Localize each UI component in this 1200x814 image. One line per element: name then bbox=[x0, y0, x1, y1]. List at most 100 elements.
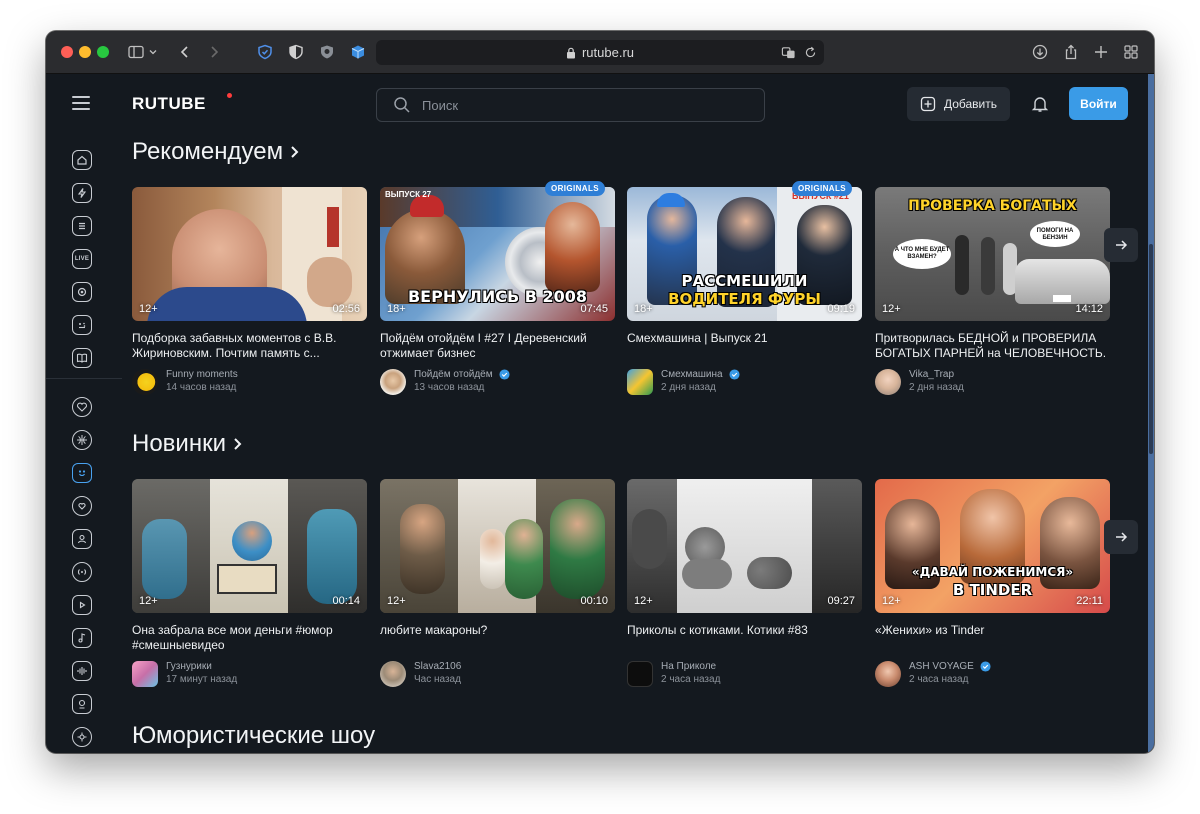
list-icon[interactable] bbox=[72, 216, 92, 236]
channel-name[interactable]: Slava2106 bbox=[414, 659, 461, 673]
video-thumbnail[interactable]: ВЫПУСК #21 РАССМЕШИЛИ ВОДИТЕЛЯ ФУРЫ 18+ … bbox=[627, 187, 862, 321]
translate-icon[interactable] bbox=[780, 44, 796, 60]
home-icon[interactable] bbox=[72, 150, 92, 170]
video-meta: Vika_Trap 2 дня назад bbox=[875, 367, 1110, 395]
video-thumbnail[interactable]: 12+ 00:14 bbox=[132, 479, 367, 613]
video-thumbnail[interactable]: 12+ 02:56 bbox=[132, 187, 367, 321]
channel-name[interactable]: Смехмашина bbox=[661, 367, 740, 381]
video-card[interactable]: ORIGINALS ВЫПУСК #21 РАССМЕШИЛИ ВОДИТЕЛЯ… bbox=[627, 181, 862, 395]
channel-avatar[interactable] bbox=[380, 661, 406, 687]
channel-name[interactable]: Пойдём отойдём bbox=[414, 367, 510, 381]
share-icon[interactable] bbox=[1061, 42, 1081, 62]
heart-icon[interactable] bbox=[72, 397, 92, 417]
channel-avatar[interactable] bbox=[875, 369, 901, 395]
video-card[interactable]: 12+ 00:14 Она забрала все мои деньги #юм… bbox=[132, 479, 367, 687]
forward-icon[interactable] bbox=[204, 42, 224, 62]
sidebar-toggle-icon[interactable] bbox=[126, 42, 146, 62]
section-new-title[interactable]: Новинки bbox=[132, 430, 244, 458]
scrollbar[interactable] bbox=[1148, 74, 1154, 753]
kids-icon[interactable] bbox=[72, 694, 92, 714]
gamepad-icon[interactable] bbox=[72, 315, 92, 335]
channel-avatar[interactable] bbox=[627, 369, 653, 395]
ball-icon[interactable] bbox=[72, 727, 92, 747]
extension-icon[interactable] bbox=[317, 42, 337, 62]
video-title[interactable]: Пойдём отойдём I #27 I Деревенский отжим… bbox=[380, 331, 615, 361]
duration-badge: 09:19 bbox=[827, 303, 855, 315]
tab-overview-icon[interactable] bbox=[1121, 42, 1141, 62]
video-card[interactable]: ПРОВЕРКА БОГАТЫХ А ЧТО МНЕ БУДЕТ ВЗАМЕН?… bbox=[875, 187, 1110, 395]
back-icon[interactable] bbox=[175, 42, 195, 62]
close-window-button[interactable] bbox=[61, 46, 73, 58]
video-card[interactable]: 12+ 09:27 Приколы с котиками. Котики #83… bbox=[627, 479, 862, 687]
zoom-window-button[interactable] bbox=[97, 46, 109, 58]
add-video-button[interactable]: Добавить bbox=[907, 87, 1010, 121]
audio-wave-icon[interactable] bbox=[72, 661, 92, 681]
video-title[interactable]: Приколы с котиками. Котики #83 bbox=[627, 623, 862, 653]
channel-name[interactable]: Гузнурики bbox=[166, 659, 237, 673]
broadcast-icon[interactable] bbox=[72, 562, 92, 582]
menu-icon[interactable] bbox=[72, 96, 90, 110]
video-title[interactable]: Смехмашина | Выпуск 21 bbox=[627, 331, 862, 361]
cube-extension-icon[interactable] bbox=[348, 42, 368, 62]
channel-avatar[interactable] bbox=[627, 661, 653, 687]
shield-heart-icon[interactable] bbox=[72, 496, 92, 516]
thumbnail-caption: ПРОВЕРКА БОГАТЫХ bbox=[908, 198, 1077, 214]
section-recommended-title[interactable]: Рекомендуем bbox=[132, 138, 301, 166]
scrollbar-thumb[interactable] bbox=[1149, 244, 1153, 454]
minimize-window-button[interactable] bbox=[79, 46, 91, 58]
video-title[interactable]: Притворилась БЕДНОЙ и ПРОВЕРИЛА БОГАТЫХ … bbox=[875, 331, 1110, 361]
publish-time: 14 часов назад bbox=[166, 382, 237, 393]
search-input[interactable] bbox=[422, 97, 742, 113]
video-card[interactable]: «ДАВАЙ ПОЖЕНИМСЯ» В TINDER 12+ 22:11 «Же… bbox=[875, 479, 1110, 687]
rutube-logo[interactable]: RUTUBE bbox=[132, 94, 206, 114]
channel-name[interactable]: ASH VOYAGE bbox=[909, 659, 991, 673]
channel-avatar[interactable] bbox=[132, 369, 158, 395]
basketball-icon[interactable] bbox=[72, 430, 92, 450]
privacy-shield-icon[interactable] bbox=[286, 42, 306, 62]
book-icon[interactable] bbox=[72, 348, 92, 368]
music-icon[interactable] bbox=[72, 628, 92, 648]
video-title[interactable]: любите макароны? bbox=[380, 623, 615, 653]
new-tab-icon[interactable] bbox=[1091, 42, 1111, 62]
carousel-next-button[interactable] bbox=[1104, 228, 1138, 262]
video-thumbnail[interactable]: ПРОВЕРКА БОГАТЫХ А ЧТО МНЕ БУДЕТ ВЗАМЕН?… bbox=[875, 187, 1110, 321]
channel-name[interactable]: Vika_Trap bbox=[909, 367, 964, 381]
publish-time: 13 часов назад bbox=[414, 382, 485, 393]
chevron-down-icon[interactable] bbox=[147, 42, 159, 62]
video-thumbnail[interactable]: ВЫПУСК 27 ВЕРНУЛИСЬ В 2008 18+ 07:45 bbox=[380, 187, 615, 321]
video-card[interactable]: 12+ 00:10 любите макароны? Slava2106 Час… bbox=[380, 479, 615, 687]
age-rating: 12+ bbox=[634, 595, 653, 607]
publish-time: 2 часа назад bbox=[661, 674, 721, 685]
video-thumbnail[interactable]: 12+ 09:27 bbox=[627, 479, 862, 613]
video-thumbnail[interactable]: «ДАВАЙ ПОЖЕНИМСЯ» В TINDER 12+ 22:11 bbox=[875, 479, 1110, 613]
video-card[interactable]: 12+ 02:56 Подборка забавных моментов с В… bbox=[132, 187, 367, 395]
shield-icon[interactable] bbox=[255, 42, 275, 62]
sidebar: LIVE bbox=[46, 136, 122, 753]
live-icon[interactable]: LIVE bbox=[72, 249, 92, 269]
user-icon[interactable] bbox=[72, 529, 92, 549]
smile-icon[interactable] bbox=[72, 463, 92, 483]
channel-name[interactable]: Funny moments bbox=[166, 367, 238, 381]
podcast-icon[interactable] bbox=[72, 282, 92, 302]
video-title[interactable]: Она забрала все мои деньги #юмор #смешны… bbox=[132, 623, 367, 653]
video-title[interactable]: «Женихи» из Tinder bbox=[875, 623, 1110, 653]
channel-avatar[interactable] bbox=[132, 661, 158, 687]
downloads-icon[interactable] bbox=[1030, 42, 1050, 62]
search-box[interactable] bbox=[376, 88, 765, 122]
channel-name[interactable]: На Приколе bbox=[661, 659, 720, 673]
verified-icon bbox=[499, 368, 510, 380]
lightning-icon[interactable] bbox=[72, 183, 92, 203]
video-card[interactable]: ORIGINALS ВЫПУСК 27 ВЕРНУЛИСЬ В 2008 18+… bbox=[380, 181, 615, 395]
video-thumbnail[interactable]: 12+ 00:10 bbox=[380, 479, 615, 613]
address-bar[interactable]: rutube.ru bbox=[376, 40, 824, 65]
channel-avatar[interactable] bbox=[380, 369, 406, 395]
login-button[interactable]: Войти bbox=[1069, 87, 1128, 120]
channel-avatar[interactable] bbox=[875, 661, 901, 687]
reload-icon[interactable] bbox=[802, 44, 818, 60]
play-icon[interactable] bbox=[72, 595, 92, 615]
carousel-next-button[interactable] bbox=[1104, 520, 1138, 554]
section-humor-shows-title[interactable]: Юмористические шоу bbox=[132, 722, 375, 750]
video-title[interactable]: Подборка забавных моментов с В.В. Жирино… bbox=[132, 331, 367, 361]
duration-badge: 02:56 bbox=[332, 303, 360, 315]
bell-icon[interactable] bbox=[1031, 95, 1049, 113]
